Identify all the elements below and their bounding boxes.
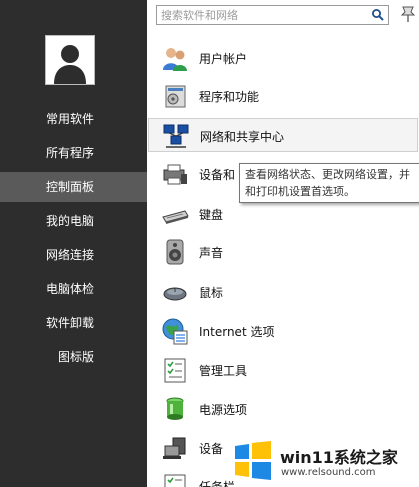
cp-item-user-accounts[interactable]: 用户帐户 [157, 40, 417, 76]
watermark: win11系统之家 www.relsound.com [228, 434, 419, 487]
cp-item-label: 网络和共享中心 [200, 130, 285, 144]
sidebar-item-label: 常用软件 [46, 112, 95, 126]
devices-printers-icon [163, 164, 187, 185]
cp-item-label: 鼠标 [199, 286, 224, 300]
user-avatar[interactable] [45, 35, 95, 85]
taskbar-icon [164, 474, 186, 487]
sidebar: 常用软件 所有程序 控制面板 我的电脑 网络连接 电脑体检 软件卸载 图标版 [0, 0, 147, 487]
windows-logo-icon [235, 441, 271, 480]
cp-item-label: 电源选项 [199, 403, 248, 417]
network-sharing-icon [163, 124, 189, 148]
admin-tools-icon [164, 358, 186, 383]
cp-item-programs-features[interactable]: 程序和功能 [157, 78, 417, 114]
sidebar-item-label: 软件卸载 [46, 316, 95, 330]
watermark-url: www.relsound.com [281, 467, 376, 478]
cp-item-internet-options[interactable]: Internet 选项 [157, 313, 417, 349]
sidebar-item-icon-view[interactable]: 图标版 [0, 342, 147, 372]
sidebar-item-label: 图标版 [58, 350, 95, 364]
internet-options-icon [162, 318, 188, 345]
sidebar-item-common-software[interactable]: 常用软件 [0, 104, 147, 134]
sidebar-item-my-computer[interactable]: 我的电脑 [0, 206, 147, 236]
cp-item-label: 键盘 [199, 208, 224, 222]
cp-item-sound[interactable]: 声音 [157, 234, 417, 270]
search-icon[interactable] [371, 8, 385, 22]
control-panel-list: 用户帐户 程序和功能 网络和共享中心 设备和 [147, 0, 419, 487]
sidebar-item-control-panel[interactable]: 控制面板 [0, 172, 147, 202]
keyboard-icon [162, 210, 189, 224]
cp-item-label: Internet 选项 [199, 325, 275, 339]
cp-item-admin-tools[interactable]: 管理工具 [157, 352, 417, 388]
cp-item-label: 用户帐户 [199, 52, 248, 66]
cp-item-label: 设备和 [199, 168, 236, 182]
cp-item-label: 声音 [199, 246, 224, 260]
cp-item-label: 设备 [199, 442, 224, 456]
user-accounts-icon [163, 48, 187, 71]
sidebar-item-label: 网络连接 [46, 248, 95, 262]
search-box [156, 5, 389, 25]
cp-item-network-sharing[interactable]: 网络和共享中心 [148, 118, 418, 152]
cp-item-label: 管理工具 [199, 364, 248, 378]
cp-item-power-options[interactable]: 电源选项 [157, 391, 417, 427]
watermark-title: win11系统之家 [280, 448, 398, 467]
power-options-icon [166, 397, 184, 420]
sidebar-item-label: 所有程序 [46, 146, 95, 160]
sidebar-item-network-connections[interactable]: 网络连接 [0, 240, 147, 270]
programs-features-icon [165, 85, 186, 108]
cp-item-mouse[interactable]: 鼠标 [157, 274, 417, 310]
tooltip: 查看网络状态、更改网络设置，并 和打印机设置首选项。 [239, 163, 419, 203]
search-input[interactable] [161, 7, 361, 23]
sound-icon [166, 239, 184, 265]
sidebar-item-label: 我的电脑 [46, 214, 95, 228]
cp-item-label: 程序和功能 [199, 90, 260, 104]
pin-icon[interactable] [399, 4, 417, 24]
tooltip-line-2: 和打印机设置首选项。 [245, 185, 355, 198]
user-silhouette-icon [46, 36, 94, 84]
sidebar-item-label: 控制面板 [46, 180, 95, 194]
tooltip-line-1: 查看网络状态、更改网络设置，并 [245, 168, 410, 181]
mouse-icon [163, 287, 187, 301]
sidebar-item-all-programs[interactable]: 所有程序 [0, 138, 147, 168]
sidebar-item-pc-checkup[interactable]: 电脑体检 [0, 274, 147, 304]
sidebar-item-label: 电脑体检 [46, 282, 95, 296]
sidebar-item-uninstall[interactable]: 软件卸载 [0, 308, 147, 338]
device-manager-icon [163, 437, 186, 459]
